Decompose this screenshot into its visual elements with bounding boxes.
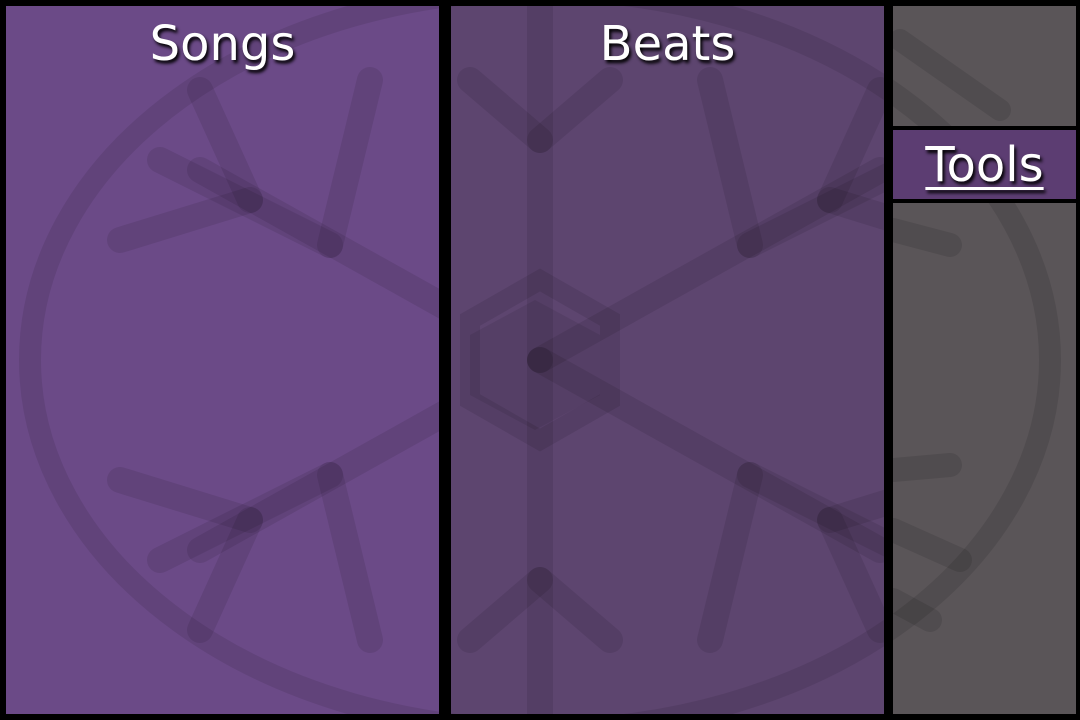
- tools-link[interactable]: Tools: [925, 137, 1043, 193]
- snowflake-emblem-icon: [893, 203, 1061, 641]
- snowflake-emblem-icon: [451, 6, 884, 714]
- app-window: Songs Beats Tools: [0, 0, 1080, 720]
- tools-content-area: [893, 203, 1076, 714]
- songs-panel[interactable]: Songs: [6, 6, 439, 714]
- snowflake-emblem-icon: [19, 6, 439, 714]
- snowflake-emblem-icon: [893, 29, 1011, 126]
- tools-sidebar: Tools: [893, 0, 1080, 720]
- songs-title[interactable]: Songs: [6, 14, 439, 74]
- beats-panel[interactable]: Beats: [451, 6, 884, 714]
- beats-title[interactable]: Beats: [451, 14, 884, 74]
- tools-tab[interactable]: Tools: [893, 130, 1076, 199]
- tools-top-area: [893, 6, 1076, 126]
